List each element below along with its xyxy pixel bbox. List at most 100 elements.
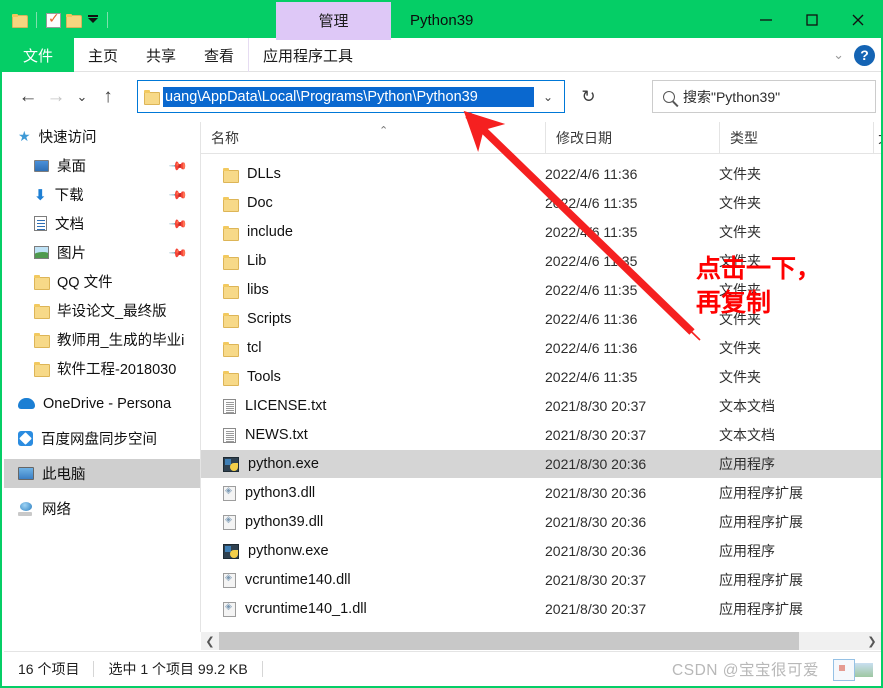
desktop-icon	[34, 159, 49, 172]
new-folder-icon[interactable]	[66, 13, 82, 28]
contextual-tab-label: 管理	[318, 12, 349, 30]
contextual-tab-manage[interactable]: 管理	[276, 2, 391, 38]
file-date-cell: 2022/4/6 11:35	[545, 253, 638, 269]
forward-button[interactable]: →	[42, 82, 70, 112]
table-row[interactable]: vcruntime140_1.dll 2021/8/30 20:37 应用程序扩…	[201, 595, 881, 623]
file-name-label: vcruntime140.dll	[245, 572, 351, 588]
sidebar-item-downloads[interactable]: ⬇ 下载 📌	[4, 180, 200, 209]
search-icon	[663, 90, 675, 103]
horizontal-scrollbar[interactable]: ❮ ❯	[201, 632, 881, 650]
sidebar-item-qq-files[interactable]: QQ 文件	[4, 267, 200, 296]
table-row[interactable]: Doc 2022/4/6 11:35 文件夹	[201, 189, 881, 217]
tab-share[interactable]: 共享	[132, 38, 190, 72]
file-name-label: LICENSE.txt	[245, 398, 327, 414]
item-count-label: 16 个项目	[18, 661, 80, 677]
file-name-cell: Scripts	[223, 311, 291, 328]
pin-icon[interactable]: 📌	[168, 184, 188, 204]
sort-ascending-icon: ⌃	[379, 125, 389, 137]
table-row[interactable]: python39.dll 2021/8/30 20:36 应用程序扩展	[201, 508, 881, 536]
column-header-name[interactable]: 名称	[201, 122, 545, 154]
file-type-cell: 应用程序	[719, 456, 775, 472]
tab-share-label: 共享	[146, 47, 177, 65]
maximize-button[interactable]	[789, 2, 835, 38]
sidebar-item-onedrive[interactable]: OneDrive - Persona	[4, 389, 200, 418]
address-input[interactable]: uang\AppData\Local\Programs\Python\Pytho…	[163, 86, 534, 107]
ribbon-tab-bar: 文件 主页 共享 查看 应用程序工具	[2, 38, 881, 72]
this-pc-icon	[18, 467, 34, 480]
pin-icon[interactable]: 📌	[168, 242, 188, 262]
sidebar-item-network[interactable]: 网络	[4, 494, 200, 523]
column-header-size[interactable]: 大	[873, 122, 881, 154]
pin-icon[interactable]: 📌	[168, 213, 188, 233]
pin-icon[interactable]: 📌	[168, 155, 188, 175]
column-header-row: 名称 ⌃ 修改日期 类型 大	[201, 122, 881, 154]
scroll-right-button[interactable]: ❯	[863, 632, 881, 650]
table-row[interactable]: pythonw.exe 2021/8/30 20:36 应用程序	[201, 537, 881, 565]
recent-locations-icon[interactable]: ⌄	[70, 82, 94, 112]
up-button[interactable]: ↑	[94, 82, 122, 112]
minimize-button[interactable]	[743, 2, 789, 38]
tab-view[interactable]: 查看	[190, 38, 248, 72]
file-name-label: python39.dll	[245, 514, 324, 530]
file-list-pane[interactable]: 名称 ⌃ 修改日期 类型 大 DLLs 2022/4/6 11:36 文件夹 D…	[201, 122, 881, 632]
file-date-cell: 2022/4/6 11:36	[545, 166, 638, 182]
tab-home[interactable]: 主页	[74, 38, 132, 72]
help-icon[interactable]: ?	[854, 44, 875, 66]
table-row[interactable]: DLLs 2022/4/6 11:36 文件夹	[201, 160, 881, 188]
file-name-cell: Tools	[223, 369, 281, 386]
back-button[interactable]: ←	[14, 82, 42, 112]
properties-icon[interactable]	[46, 10, 61, 28]
file-name-cell: libs	[223, 282, 269, 299]
file-name-label: Lib	[247, 253, 267, 269]
scrollbar-thumb[interactable]	[219, 632, 799, 650]
table-row[interactable]: NEWS.txt 2021/8/30 20:37 文本文档	[201, 421, 881, 449]
file-name-cell: DLLs	[223, 166, 281, 183]
file-type-cell: 应用程序扩展	[719, 485, 803, 501]
search-input[interactable]: 搜索"Python39"	[683, 87, 780, 107]
file-name-label: Tools	[247, 369, 281, 385]
folder-icon[interactable]	[12, 13, 28, 28]
dll-file-icon	[223, 514, 236, 530]
sidebar-item-desktop[interactable]: 桌面 📌	[4, 151, 200, 180]
file-type-cell: 文件夹	[719, 340, 761, 356]
table-row[interactable]: vcruntime140.dll 2021/8/30 20:37 应用程序扩展	[201, 566, 881, 594]
sidebar-item-label: 图片	[57, 246, 86, 262]
tab-application-tools[interactable]: 应用程序工具	[248, 38, 367, 72]
address-dropdown-icon[interactable]: ⌄	[534, 90, 562, 104]
toolbar-separator	[107, 12, 108, 28]
refresh-button[interactable]: ↻	[572, 80, 605, 113]
file-name-cell: LICENSE.txt	[223, 398, 326, 414]
sidebar-item-teacher-generated[interactable]: 教师用_生成的毕业i	[4, 325, 200, 354]
table-row[interactable]: Tools 2022/4/6 11:35 文件夹	[201, 363, 881, 391]
table-row[interactable]: LICENSE.txt 2021/8/30 20:37 文本文档	[201, 392, 881, 420]
sidebar-item-baidu-netdisk[interactable]: 百度网盘同步空间	[4, 424, 200, 453]
sidebar-item-quick-access[interactable]: ★ 快速访问	[4, 122, 200, 151]
chevron-down-icon[interactable]: ⌄	[833, 47, 844, 63]
table-row[interactable]: include 2022/4/6 11:35 文件夹	[201, 218, 881, 246]
file-name-label: libs	[247, 282, 269, 298]
folder-icon	[144, 90, 160, 105]
column-header-date-modified[interactable]: 修改日期	[545, 122, 719, 154]
table-row[interactable]: python.exe 2021/8/30 20:36 应用程序	[201, 450, 881, 478]
file-date-cell: 2021/8/30 20:37	[545, 601, 647, 617]
contextual-tab-underline	[276, 38, 391, 40]
column-header-type[interactable]: 类型	[719, 122, 873, 154]
scroll-left-button[interactable]: ❮	[201, 632, 219, 650]
sidebar-item-thesis-final[interactable]: 毕设论文_最终版	[4, 296, 200, 325]
folder-icon	[223, 312, 239, 328]
tab-file[interactable]: 文件	[2, 38, 74, 72]
navigation-pane[interactable]: ★ 快速访问 桌面 📌 ⬇ 下载 📌 文档 📌 图片 📌 QQ 文件 毕设论文_…	[4, 122, 200, 632]
table-row[interactable]: tcl 2022/4/6 11:36 文件夹	[201, 334, 881, 362]
sidebar-item-documents[interactable]: 文档 📌	[4, 209, 200, 238]
folder-icon	[223, 254, 239, 270]
sidebar-item-pictures[interactable]: 图片 📌	[4, 238, 200, 267]
search-box[interactable]: 搜索"Python39"	[652, 80, 876, 113]
window-controls	[743, 2, 881, 38]
file-name-label: Doc	[247, 195, 273, 211]
customize-dropdown-icon[interactable]	[88, 14, 98, 23]
close-button[interactable]	[835, 2, 881, 38]
table-row[interactable]: python3.dll 2021/8/30 20:36 应用程序扩展	[201, 479, 881, 507]
address-bar[interactable]: uang\AppData\Local\Programs\Python\Pytho…	[137, 80, 565, 113]
sidebar-item-software-engineering[interactable]: 软件工程-2018030	[4, 354, 200, 383]
sidebar-item-this-pc[interactable]: 此电脑	[4, 459, 200, 488]
